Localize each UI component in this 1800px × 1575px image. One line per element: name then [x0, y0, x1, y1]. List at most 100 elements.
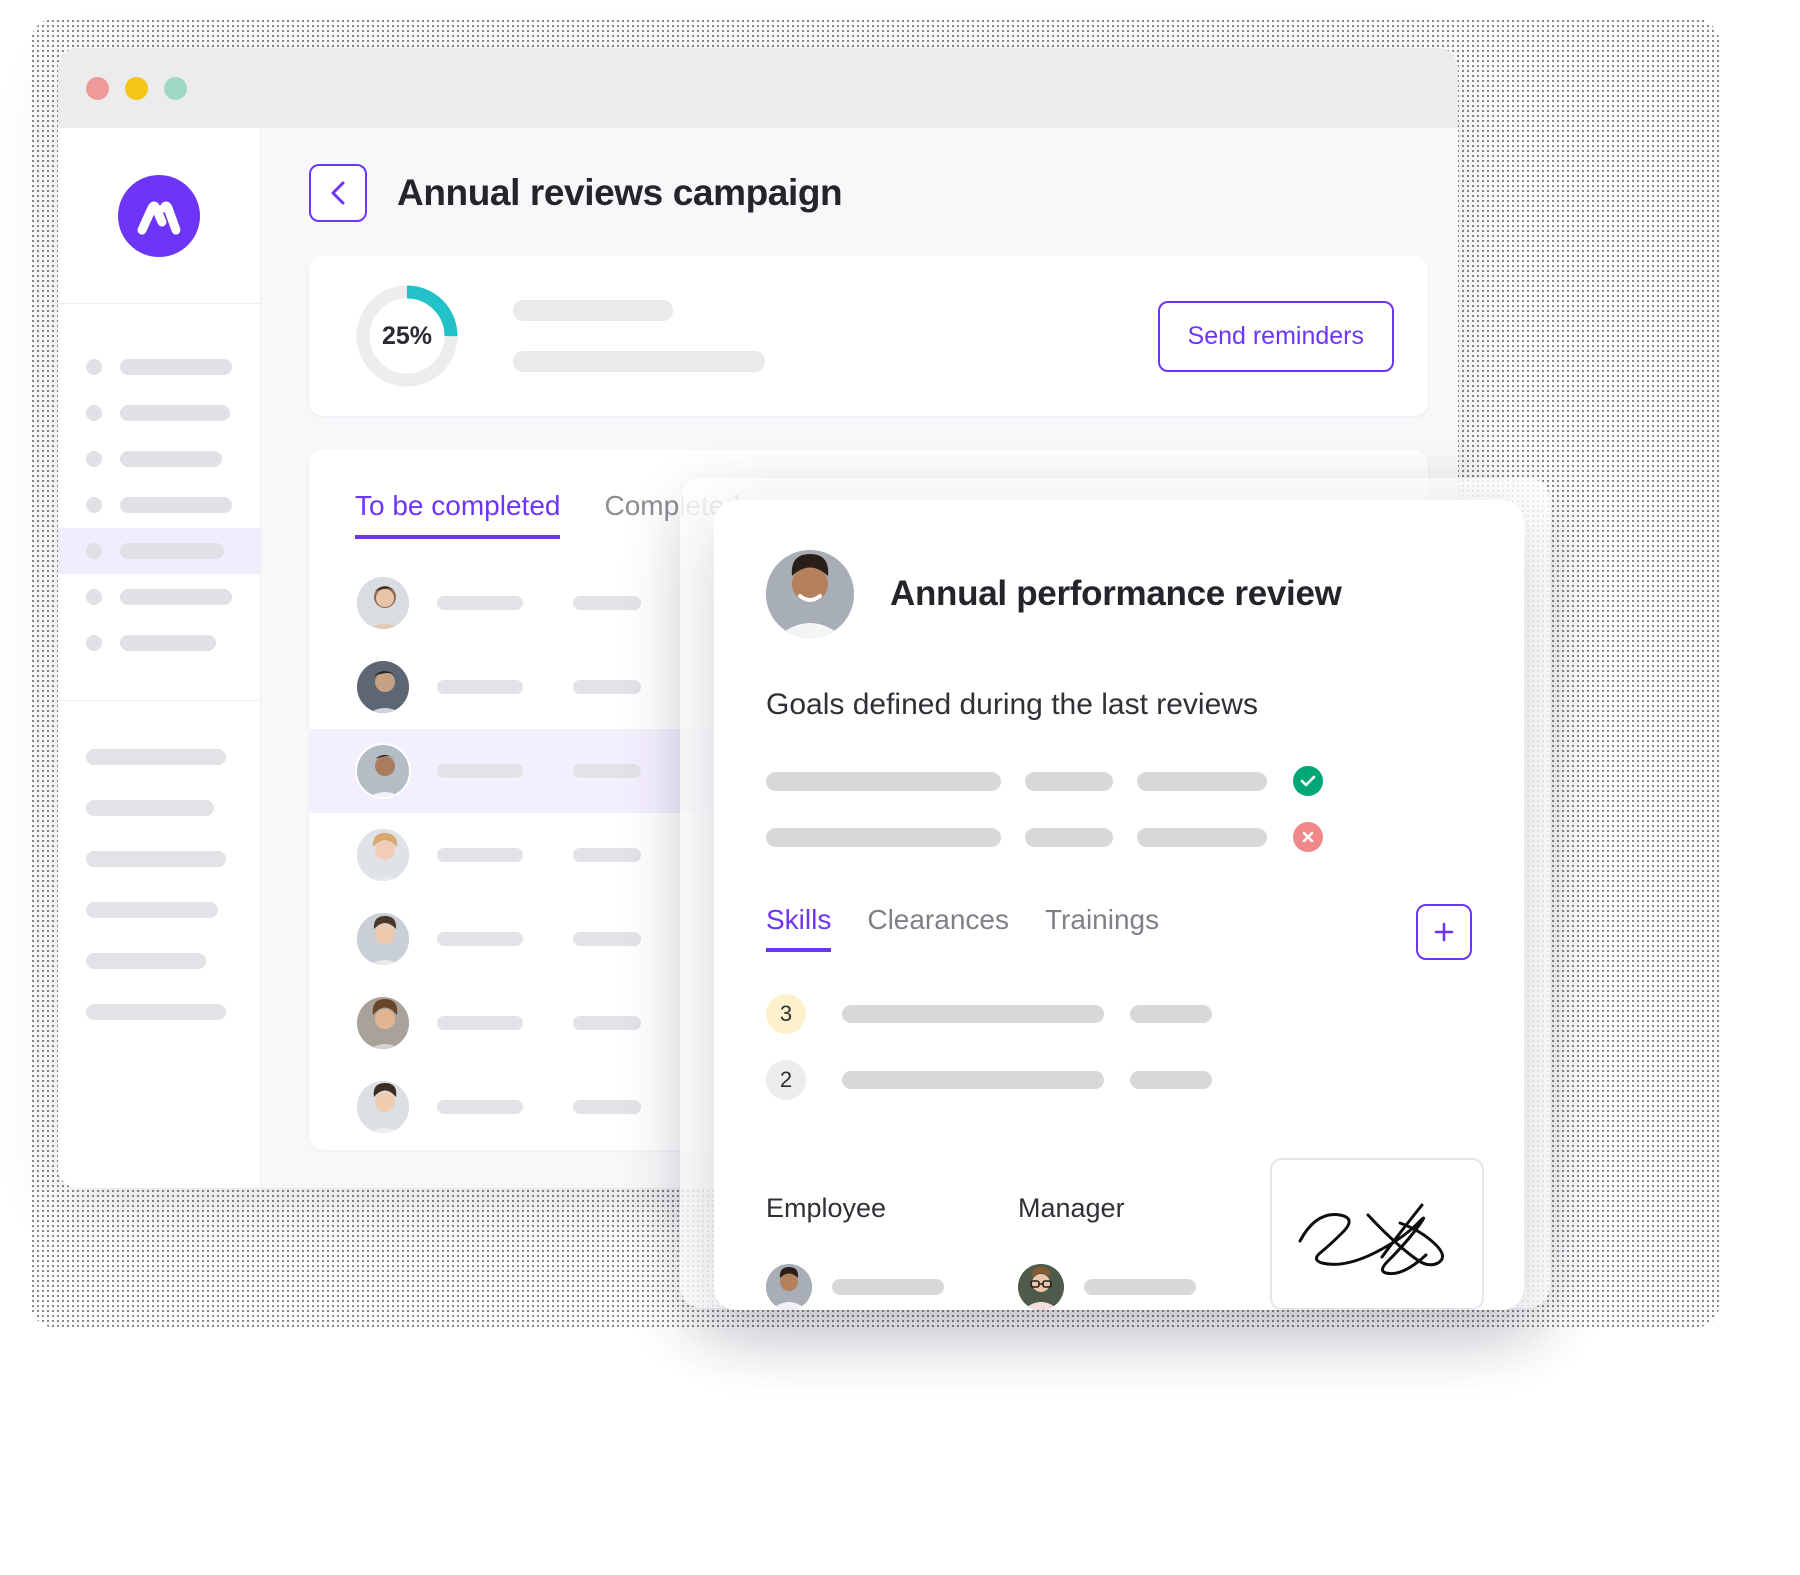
row-field-2 [573, 1100, 641, 1114]
sidebar-item-6[interactable] [58, 574, 260, 620]
minimize-window-button[interactable] [125, 76, 148, 100]
avatar [766, 1264, 812, 1310]
goal-field-3 [1137, 827, 1267, 847]
back-button[interactable] [309, 164, 367, 222]
manager-name-placeholder [1084, 1279, 1196, 1295]
sidebar-secondary-item-2[interactable] [58, 782, 260, 833]
avatar [355, 743, 411, 799]
sidebar-secondary-label [86, 748, 226, 765]
avatar [355, 1079, 411, 1135]
sidebar-item-1[interactable] [58, 344, 260, 390]
sidebar-item-label [120, 497, 232, 513]
skill-level-badge: 3 [766, 994, 806, 1034]
manager-signature-block: Manager [1018, 1193, 1196, 1310]
send-reminders-button[interactable]: Send reminders [1157, 300, 1394, 372]
progress-line-1 [513, 300, 673, 321]
bullet-icon [86, 497, 102, 513]
sidebar-primary-nav [58, 304, 260, 700]
skill-row[interactable]: 2 [766, 1060, 1472, 1100]
sidebar-item-label [120, 405, 230, 421]
sidebar-item-label [120, 635, 216, 651]
sidebar-item-3[interactable] [58, 436, 260, 482]
row-field-1 [437, 848, 523, 862]
row-field-1 [437, 680, 523, 694]
panel-tabs: Skills Clearances Trainings [766, 904, 1472, 960]
progress-text-placeholders [513, 300, 1158, 372]
page-header: Annual reviews campaign [309, 164, 1428, 222]
row-field-2 [573, 848, 641, 862]
row-field-1 [437, 1016, 523, 1030]
sidebar-item-label [120, 359, 232, 375]
avatar [766, 550, 854, 638]
sidebar-secondary-nav [58, 701, 260, 1037]
sidebar-item-4[interactable] [58, 482, 260, 528]
sidebar-item-label [120, 543, 224, 559]
sidebar [58, 128, 261, 1188]
brand-logo-icon[interactable] [118, 174, 200, 257]
avatar [355, 575, 411, 631]
sidebar-secondary-label [86, 952, 206, 969]
plus-icon [1434, 922, 1454, 942]
sidebar-secondary-item-4[interactable] [58, 884, 260, 935]
goal-field-1 [766, 827, 1001, 847]
sidebar-item-2[interactable] [58, 390, 260, 436]
skill-name-placeholder [842, 1005, 1104, 1023]
skill-meta-placeholder [1130, 1005, 1212, 1023]
tab-clearances[interactable]: Clearances [867, 904, 1009, 948]
goal-row-completed [766, 766, 1472, 796]
row-field-1 [437, 596, 523, 610]
sidebar-secondary-label [86, 1003, 226, 1020]
progress-line-2 [513, 351, 765, 372]
add-skill-button[interactable] [1416, 904, 1472, 960]
sidebar-secondary-item-6[interactable] [58, 986, 260, 1037]
manager-label: Manager [1018, 1193, 1125, 1223]
maximize-window-button[interactable] [164, 76, 187, 100]
bullet-icon [86, 359, 102, 375]
tab-skills[interactable]: Skills [766, 904, 832, 952]
sidebar-logo-area[interactable] [58, 128, 260, 303]
signature-box[interactable] [1270, 1158, 1484, 1310]
panel-header: Annual performance review [766, 550, 1472, 638]
bullet-icon [86, 451, 102, 467]
skill-level-badge: 2 [766, 1060, 806, 1100]
bullet-icon [86, 543, 102, 559]
signature-area: Employee Manager [766, 1158, 1484, 1310]
row-field-1 [437, 1100, 523, 1114]
row-field-2 [573, 932, 641, 946]
goal-field-3 [1137, 771, 1267, 791]
tab-to-be-completed[interactable]: To be completed [355, 490, 561, 539]
employee-signature-block: Employee [766, 1193, 944, 1310]
screenshot-stage: Annual reviews campaign 25% Send reminde… [0, 0, 1800, 1575]
row-field-2 [573, 1016, 641, 1030]
close-window-button[interactable] [86, 76, 109, 100]
bullet-icon [86, 635, 102, 651]
goal-row-failed [766, 822, 1472, 852]
review-detail-panel: Annual performance review Goals defined … [714, 500, 1524, 1310]
sidebar-item-label [120, 451, 222, 467]
tab-trainings[interactable]: Trainings [1045, 904, 1159, 948]
employee-person [766, 1264, 944, 1310]
avatar [355, 827, 411, 883]
skill-row[interactable]: 3 [766, 994, 1472, 1034]
page-title: Annual reviews campaign [397, 172, 843, 213]
panel-title: Annual performance review [890, 574, 1342, 613]
panel-subtitle: Goals defined during the last reviews [766, 688, 1258, 721]
sidebar-secondary-label [86, 901, 218, 918]
progress-donut-chart: 25% [353, 282, 461, 390]
sidebar-secondary-item-3[interactable] [58, 833, 260, 884]
bullet-icon [86, 405, 102, 421]
x-circle-icon [1293, 822, 1323, 852]
row-field-1 [437, 932, 523, 946]
sidebar-secondary-item-5[interactable] [58, 935, 260, 986]
manager-person [1018, 1264, 1196, 1310]
sidebar-secondary-item-1[interactable] [58, 731, 260, 782]
window-titlebar [58, 48, 1458, 128]
row-field-2 [573, 680, 641, 694]
goal-field-2 [1025, 771, 1113, 791]
avatar [355, 911, 411, 967]
avatar [355, 659, 411, 715]
goal-field-1 [766, 771, 1001, 791]
sidebar-item-7[interactable] [58, 620, 260, 666]
skill-name-placeholder [842, 1071, 1104, 1089]
sidebar-item-5-active[interactable] [58, 528, 260, 574]
